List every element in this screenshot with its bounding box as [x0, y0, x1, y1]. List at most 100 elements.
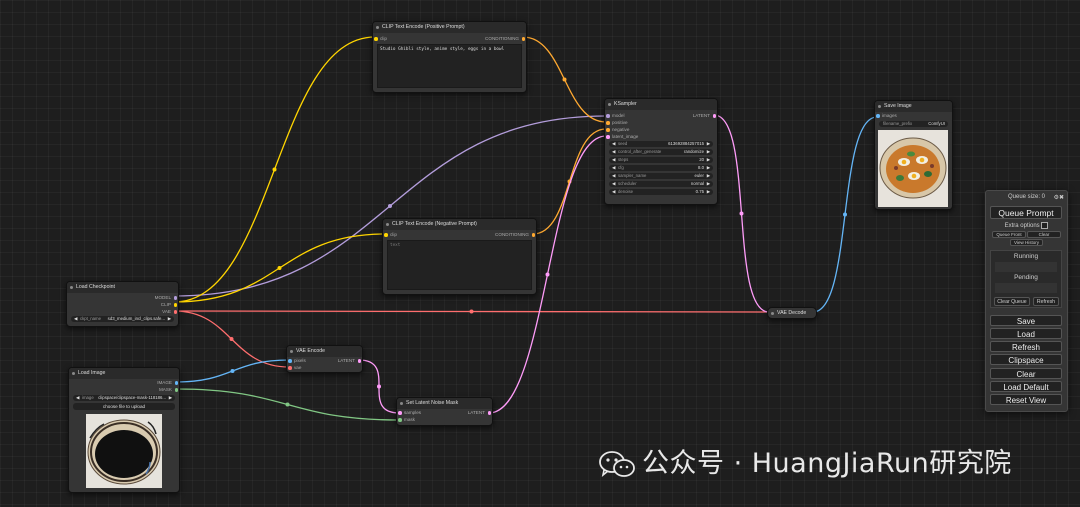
mask-input-slot[interactable]: mask	[397, 416, 415, 423]
queue-front-button[interactable]: Queue Front	[992, 231, 1026, 238]
clip-text-encode-negative-node[interactable]: CLIP Text Encode (Negative Prompt) clip …	[382, 218, 537, 295]
latent-image-input-slot[interactable]: latent_image	[605, 133, 638, 140]
latent-output-slot[interactable]: LATENT	[338, 357, 362, 364]
vae-encode-link-center-dot[interactable]	[229, 337, 234, 341]
denoise-widget[interactable]: ◀ denoise 0.75 ▶	[609, 189, 713, 195]
load-checkpoint-node[interactable]: Load Checkpoint MODEL CLIP VAE ◀ ckpt_nam…	[66, 281, 179, 327]
running-label: Running	[1013, 253, 1039, 260]
image-decode-link-center-dot[interactable]	[843, 212, 847, 217]
positive-input-slot[interactable]: positive	[605, 119, 628, 126]
image-link-center-dot[interactable]	[230, 369, 235, 373]
clip-text-encode-positive-node[interactable]: CLIP Text Encode (Positive Prompt) clip …	[372, 21, 527, 93]
save-button[interactable]: Save	[990, 315, 1062, 326]
increment-icon[interactable]: ▶	[707, 165, 710, 171]
decrement-icon[interactable]: ◀	[74, 316, 77, 322]
clipspace-button[interactable]: Clipspace	[990, 354, 1062, 365]
node-title[interactable]: KSampler	[605, 99, 717, 110]
node-title[interactable]: Load Checkpoint	[67, 282, 178, 293]
latent-decode-link	[713, 114, 770, 313]
increment-icon[interactable]: ▶	[707, 181, 710, 187]
decrement-icon[interactable]: ◀	[612, 181, 615, 187]
clear-button[interactable]: Clear	[990, 368, 1062, 379]
clear-queue-button[interactable]: Clear Queue	[994, 297, 1030, 306]
filename-prefix-widget[interactable]: filename_prefix ComfyUI	[879, 121, 948, 127]
node-title[interactable]: Load Image	[69, 368, 179, 379]
increment-icon[interactable]: ▶	[707, 189, 710, 195]
vae-encode-node[interactable]: VAE Encode pixels vae LATENT	[286, 345, 363, 373]
image-select-widget[interactable]: ◀ image clipspace/clipspace-mask-118186...…	[73, 395, 175, 401]
latent-output-slot[interactable]: LATENT	[468, 409, 492, 416]
latent-output-slot[interactable]: LATENT	[693, 112, 717, 119]
node-title[interactable]: CLIP Text Encode (Negative Prompt)	[383, 219, 536, 230]
seed-widget[interactable]: ◀ seed 613692884257015 ▶	[609, 141, 713, 147]
node-title[interactable]: VAE Encode	[287, 346, 362, 357]
vae-input-slot[interactable]: vae	[287, 364, 301, 371]
load-button[interactable]: Load	[990, 328, 1062, 339]
refresh-button[interactable]: Refresh	[990, 341, 1062, 352]
decrement-icon[interactable]: ◀	[612, 189, 615, 195]
prompt-text-area[interactable]: text	[387, 240, 532, 290]
conditioning-output-slot[interactable]: CONDITIONING	[485, 35, 526, 42]
increment-icon[interactable]: ▶	[168, 316, 171, 322]
mask-link-center-dot[interactable]	[285, 402, 290, 407]
scheduler-widget[interactable]: ◀ scheduler normal ▶	[609, 181, 713, 187]
view-history-button[interactable]: View History	[1010, 239, 1043, 246]
pixels-input-slot[interactable]: pixels	[287, 357, 306, 364]
model-output-slot[interactable]: MODEL	[155, 294, 178, 301]
images-input-slot[interactable]: images	[875, 112, 897, 119]
set-latent-noise-mask-node[interactable]: Set Latent Noise Mask samples mask LATEN…	[396, 397, 493, 426]
cfg-widget[interactable]: ◀ cfg 8.0 ▶	[609, 165, 713, 171]
model-input-slot[interactable]: model	[605, 112, 625, 119]
increment-icon[interactable]: ▶	[707, 173, 710, 179]
reset-view-button[interactable]: Reset View	[990, 394, 1062, 405]
node-title[interactable]: VAE Decode	[768, 308, 816, 318]
samples-input-slot[interactable]: samples	[397, 409, 421, 416]
clip-neg-link-center-dot[interactable]	[277, 266, 282, 270]
clip-input-slot[interactable]: clip	[383, 231, 397, 238]
close-icon[interactable]: ✖	[1059, 195, 1064, 201]
load-default-button[interactable]: Load Default	[990, 381, 1062, 392]
decrement-icon[interactable]: ◀	[76, 395, 79, 401]
latent-encode-link-center-dot[interactable]	[377, 384, 381, 389]
cond-neg-link-center-dot[interactable]	[567, 179, 572, 184]
decrement-icon[interactable]: ◀	[612, 157, 615, 163]
increment-icon[interactable]: ▶	[169, 395, 172, 401]
vae-decode-link-center-dot[interactable]	[469, 309, 474, 314]
image-output-slot[interactable]: IMAGE	[157, 379, 179, 386]
ksampler-node[interactable]: KSampler model positive negative latent_…	[604, 98, 718, 205]
decrement-icon[interactable]: ◀	[612, 149, 615, 155]
save-image-node[interactable]: Save Image images filename_prefix ComfyUI	[874, 100, 953, 210]
control-after-generate-widget[interactable]: ◀ control_after_generate randomize ▶	[609, 149, 713, 155]
queue-prompt-button[interactable]: Queue Prompt	[990, 206, 1062, 219]
conditioning-output-slot[interactable]: CONDITIONING	[495, 231, 536, 238]
refresh-queue-button[interactable]: Refresh	[1033, 297, 1059, 306]
increment-icon[interactable]: ▶	[707, 157, 710, 163]
mask-output-slot[interactable]: MASK	[159, 386, 179, 393]
clip-input-slot[interactable]: clip	[373, 35, 387, 42]
increment-icon[interactable]: ▶	[707, 149, 710, 155]
clip-pos-link-center-dot[interactable]	[272, 167, 277, 172]
latent-decode-link-center-dot[interactable]	[739, 211, 744, 216]
node-title[interactable]: CLIP Text Encode (Positive Prompt)	[373, 22, 526, 33]
load-image-node[interactable]: Load Image IMAGE MASK ◀ image clipspace/cl…	[68, 367, 180, 493]
steps-widget[interactable]: ◀ steps 20 ▶	[609, 157, 713, 163]
increment-icon[interactable]: ▶	[707, 141, 710, 147]
sampler-name-widget[interactable]: ◀ sampler_name euler ▶	[609, 173, 713, 179]
vae-output-slot[interactable]: VAE	[162, 308, 178, 315]
decrement-icon[interactable]: ◀	[612, 141, 615, 147]
model-link-center-dot[interactable]	[388, 204, 392, 208]
decrement-icon[interactable]: ◀	[612, 173, 615, 179]
prompt-text-area[interactable]: Studio Ghibli style, anime style, eggs i…	[377, 44, 522, 88]
node-title[interactable]: Set Latent Noise Mask	[397, 398, 492, 409]
upload-button[interactable]: choose file to upload	[73, 403, 175, 410]
decrement-icon[interactable]: ◀	[612, 165, 615, 171]
latent-mask-link-center-dot[interactable]	[545, 272, 550, 277]
cond-pos-link-center-dot[interactable]	[562, 77, 567, 82]
ckpt-name-widget[interactable]: ◀ ckpt_name sd3_medium_incl_clips.safe... ▶	[71, 316, 174, 322]
clip-output-slot[interactable]: CLIP	[161, 301, 178, 308]
clear-history-button[interactable]: Clear	[1027, 231, 1061, 238]
negative-input-slot[interactable]: negative	[605, 126, 629, 133]
vae-decode-node[interactable]: VAE Decode	[767, 307, 817, 319]
extra-options-checkbox[interactable]	[1041, 222, 1049, 229]
node-title[interactable]: Save Image	[875, 101, 952, 112]
